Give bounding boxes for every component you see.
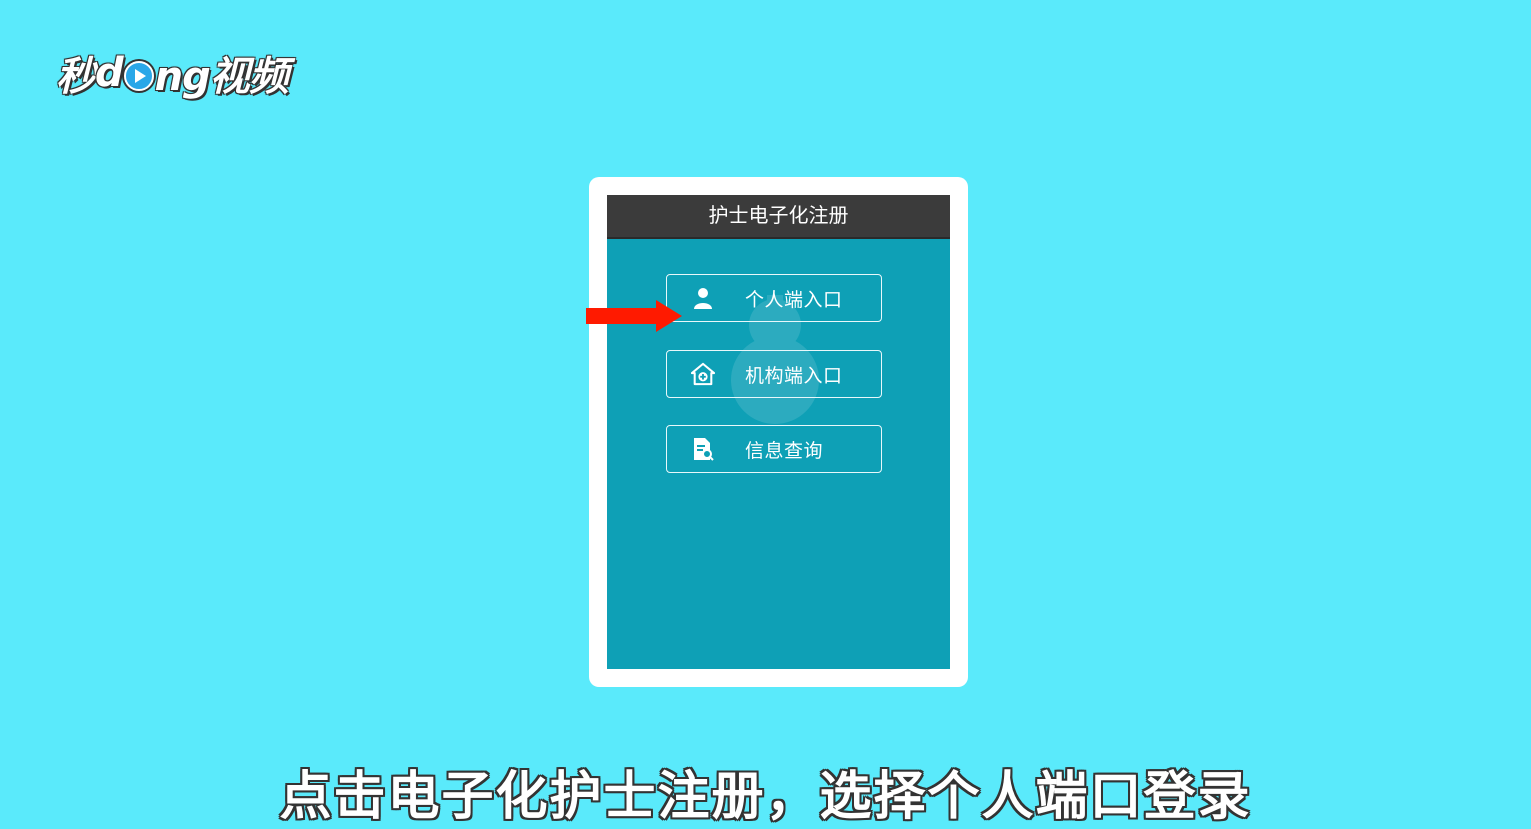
red-arrow-icon xyxy=(586,300,682,332)
institution-portal-button[interactable]: 机构端入口 xyxy=(666,350,882,398)
logo-text-3: ng视频 xyxy=(154,54,289,100)
document-search-icon xyxy=(691,437,715,461)
institution-portal-label: 机构端入口 xyxy=(745,364,843,387)
app-screen: 护士电子化注册 个人端入口 机构端入口 信息查询 xyxy=(607,195,950,669)
personal-portal-button[interactable]: 个人端入口 xyxy=(666,274,882,322)
app-title: 护士电子化注册 xyxy=(607,195,950,239)
video-subtitle: 点击电子化护士注册，选择个人端口登录 xyxy=(279,767,1252,827)
logo-text-2: d xyxy=(95,50,124,96)
brand-logo: 秒 d ng视频 xyxy=(56,44,289,102)
person-icon xyxy=(691,286,715,310)
hospital-icon xyxy=(691,362,715,386)
info-query-label: 信息查询 xyxy=(745,439,824,462)
play-icon xyxy=(123,61,154,91)
phone-frame: 护士电子化注册 个人端入口 机构端入口 信息查询 xyxy=(589,177,968,687)
logo-text-1: 秒 xyxy=(56,54,96,100)
personal-portal-label: 个人端入口 xyxy=(745,288,843,311)
info-query-button[interactable]: 信息查询 xyxy=(666,425,882,473)
